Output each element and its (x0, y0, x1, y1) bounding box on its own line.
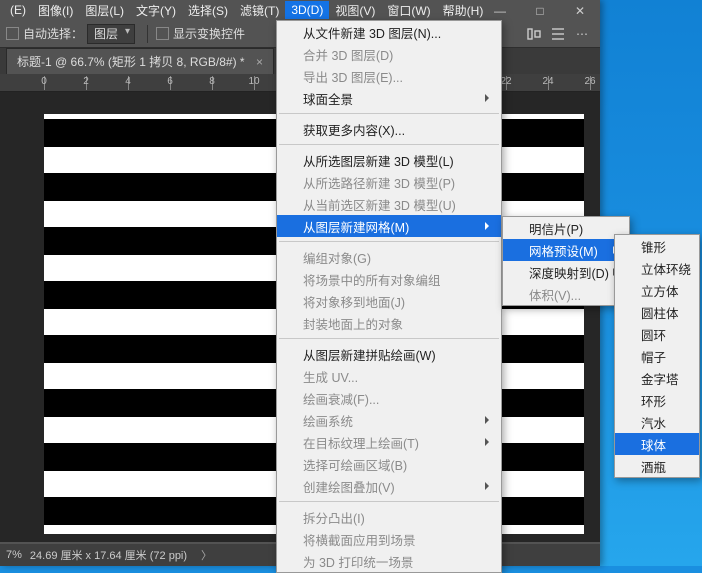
menu-视图v[interactable]: 视图(V) (329, 0, 381, 21)
menuitem[interactable]: 球体 (615, 433, 699, 455)
ruler-tick-label: 0 (41, 76, 47, 87)
menuitem: 封装地面上的对象 (277, 312, 501, 334)
zoom-percent[interactable]: 7% (6, 549, 22, 561)
menuitem: 从当前选区新建 3D 模型(U) (277, 193, 501, 215)
transform-controls-label: 显示变换控件 (173, 25, 245, 42)
menu-separator (279, 144, 499, 145)
menuitem: 体积(V)... (503, 283, 629, 305)
menuitem: 绘画衰减(F)... (277, 387, 501, 409)
menu-separator (279, 338, 499, 339)
status-expand-icon[interactable]: 〉 (201, 547, 212, 563)
menu-e[interactable]: (E) (4, 1, 32, 19)
menuitem[interactable]: 球面全景 (277, 87, 501, 109)
menuitem[interactable]: 圆柱体 (615, 301, 699, 323)
status-dimensions: 24.69 厘米 x 17.64 厘米 (72 ppi) (30, 547, 187, 563)
menuitem[interactable]: 网格预设(M) (503, 239, 629, 261)
menuitem[interactable]: 帽子 (615, 345, 699, 367)
menuitem[interactable]: 从图层新建网格(M) (277, 215, 501, 237)
ruler-tick-label: 10 (248, 76, 259, 87)
menuitem: 合并 3D 图层(D) (277, 43, 501, 65)
menuitem: 将场景中的所有对象编组 (277, 268, 501, 290)
submenu-new-mesh[interactable]: 明信片(P)网格预设(M)深度映射到(D)体积(V)... (502, 216, 630, 306)
more-options-icon[interactable]: ⋯ (570, 23, 594, 45)
menuitem: 从所选路径新建 3D 模型(P) (277, 171, 501, 193)
menuitem[interactable]: 锥形 (615, 235, 699, 257)
menuitem[interactable]: 立体环绕 (615, 257, 699, 279)
menuitem: 将对象移到地面(J) (277, 290, 501, 312)
menuitem[interactable]: 从所选图层新建 3D 模型(L) (277, 149, 501, 171)
transform-controls-checkbox[interactable] (156, 27, 169, 40)
document-tab-title: 标题-1 @ 66.7% (矩形 1 拷贝 8, RGB/8#) * (17, 55, 245, 69)
tab-close-icon[interactable]: × (256, 55, 263, 69)
auto-select-label: 自动选择： (23, 25, 83, 42)
menu-separator (279, 113, 499, 114)
menuitem: 为 3D 打印统一场景 (277, 550, 501, 572)
ruler-tick-label: 24 (542, 76, 553, 87)
menuitem[interactable]: 立方体 (615, 279, 699, 301)
menuitem[interactable]: 汽水 (615, 411, 699, 433)
maximize-button[interactable]: □ (520, 0, 560, 22)
menuitem[interactable]: 明信片(P) (503, 217, 629, 239)
align-icon[interactable] (522, 23, 546, 45)
distribute-icon[interactable] (546, 23, 570, 45)
close-window-button[interactable]: ✕ (560, 0, 600, 22)
menuitem: 拆分凸出(I) (277, 506, 501, 528)
minimize-button[interactable]: — (480, 0, 520, 22)
layer-type-dropdown[interactable]: 图层 (87, 24, 135, 44)
menuitem[interactable]: 圆环 (615, 323, 699, 345)
submenu-mesh-preset[interactable]: 锥形立体环绕立方体圆柱体圆环帽子金字塔环形汽水球体酒瓶 (614, 234, 700, 478)
menu-3d-popup[interactable]: 从文件新建 3D 图层(N)...合并 3D 图层(D)导出 3D 图层(E).… (276, 20, 502, 573)
menuitem: 编组对象(G) (277, 246, 501, 268)
ruler-tick-label: 6 (167, 76, 173, 87)
menuitem[interactable]: 环形 (615, 389, 699, 411)
menuitem[interactable]: 深度映射到(D) (503, 261, 629, 283)
toolbar-separator (147, 25, 148, 43)
menu-3dd[interactable]: 3D(D) (285, 1, 329, 19)
menu-separator (279, 501, 499, 502)
menu-选择s[interactable]: 选择(S) (182, 0, 234, 21)
menu-滤镜t[interactable]: 滤镜(T) (234, 0, 285, 21)
menuitem[interactable]: 从图层新建拼贴绘画(W) (277, 343, 501, 365)
auto-select-checkbox[interactable] (6, 27, 19, 40)
menuitem: 选择可绘画区域(B) (277, 453, 501, 475)
menu-文字y[interactable]: 文字(Y) (130, 0, 182, 21)
menuitem: 导出 3D 图层(E)... (277, 65, 501, 87)
menu-图层l[interactable]: 图层(L) (79, 0, 130, 21)
menuitem: 在目标纹理上绘画(T) (277, 431, 501, 453)
menu-separator (279, 241, 499, 242)
window-control-buttons: — □ ✕ (480, 0, 600, 22)
menuitem: 绘画系统 (277, 409, 501, 431)
menuitem[interactable]: 酒瓶 (615, 455, 699, 477)
menu-图像i[interactable]: 图像(I) (32, 0, 79, 21)
menuitem: 生成 UV... (277, 365, 501, 387)
ruler-tick-label: 26 (584, 76, 595, 87)
menuitem: 创建绘图叠加(V) (277, 475, 501, 497)
menuitem[interactable]: 从文件新建 3D 图层(N)... (277, 21, 501, 43)
ruler-tick-label: 2 (83, 76, 89, 87)
ruler-tick-label: 8 (209, 76, 215, 87)
ruler-tick-label: 22 (500, 76, 511, 87)
menuitem[interactable]: 金字塔 (615, 367, 699, 389)
menuitem[interactable]: 获取更多内容(X)... (277, 118, 501, 140)
document-tab[interactable]: 标题-1 @ 66.7% (矩形 1 拷贝 8, RGB/8#) * × (6, 48, 274, 74)
menuitem: 将横截面应用到场景 (277, 528, 501, 550)
ruler-tick-label: 4 (125, 76, 131, 87)
menu-窗口w[interactable]: 窗口(W) (381, 0, 436, 21)
